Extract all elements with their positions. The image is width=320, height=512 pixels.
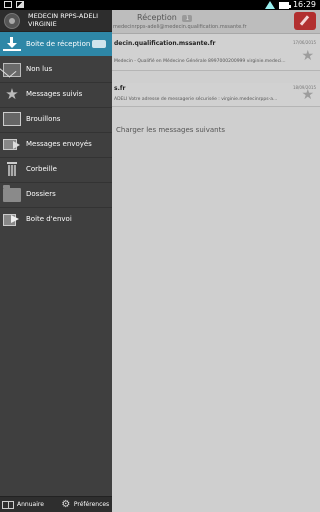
unread-count-badge: 1 — [182, 15, 193, 22]
message-from: s.fr — [114, 85, 126, 92]
preferences-label: Préférences — [73, 501, 110, 508]
nav-item-label: Non lus — [26, 65, 53, 73]
trash-icon — [3, 162, 21, 176]
nav-item-trash[interactable]: Corbeille — [0, 157, 112, 181]
drawer-footer: Annuaire ⚙ Préférences — [0, 496, 112, 512]
draft-icon — [3, 112, 21, 126]
star-icon: ★ — [5, 85, 19, 103]
nav-item-drafts[interactable]: Brouillons — [0, 107, 112, 131]
book-icon — [2, 500, 14, 509]
message-date: 17/06/2015 — [292, 40, 316, 45]
gear-icon: ⚙ — [61, 498, 71, 510]
load-more-link[interactable]: Charger les messages suivants — [116, 126, 225, 134]
send-icon — [3, 137, 21, 151]
star-icon[interactable]: ★ — [301, 87, 314, 103]
account-address: medecinrpps-adeli@medecin.qualification.… — [113, 24, 247, 30]
directory-button[interactable]: Annuaire — [2, 500, 44, 509]
message-from: decin.qualification.mssante.fr — [114, 40, 216, 47]
account-name: MEDECIN RPPS-ADELI VIRGINIE — [28, 12, 98, 28]
inbox-toggle[interactable] — [92, 40, 106, 48]
nav-item-sent[interactable]: Messages envoyés — [0, 132, 112, 156]
message-row[interactable]: decin.qualification.mssante.fr 17/06/201… — [112, 34, 320, 71]
message-notification-icon — [4, 1, 12, 8]
nav-item-label: Boite d'envoi — [26, 215, 72, 223]
account-header[interactable]: MEDECIN RPPS-ADELI VIRGINIE — [0, 10, 112, 32]
star-icon[interactable]: ★ — [301, 48, 314, 64]
nav-item-unread[interactable]: Non lus — [0, 57, 112, 81]
navigation-drawer: MEDECIN RPPS-ADELI VIRGINIE Boite de réc… — [0, 10, 112, 512]
inbox-title: Réception — [137, 13, 177, 22]
message-row[interactable]: s.fr 18/09/2015 ★ ADELI Votre adresse de… — [112, 83, 320, 107]
download-icon — [3, 37, 21, 51]
nav-item-inbox[interactable]: Boite de réception — [0, 32, 112, 56]
message-preview: ADELI Votre adresse de messagerie sécuri… — [114, 97, 278, 102]
envelope-icon — [3, 62, 21, 77]
wifi-icon — [264, 1, 275, 9]
directory-label: Annuaire — [17, 501, 44, 508]
nav-item-label: Messages suivis — [26, 90, 83, 98]
status-time: 16:29 — [292, 0, 316, 9]
nav-item-label: Brouillons — [26, 115, 61, 123]
nav-item-outbox[interactable]: Boite d'envoi — [0, 207, 112, 231]
preferences-button[interactable]: ⚙ Préférences — [61, 498, 110, 510]
folder-icon — [3, 185, 21, 202]
message-preview: Medecin - Qualifié en Médecine Générale … — [114, 59, 286, 64]
battery-icon — [278, 1, 291, 9]
nav-item-label: Messages envoyés — [26, 140, 92, 148]
nav-item-label: Corbeille — [26, 165, 57, 173]
nav-item-label: Dossiers — [26, 190, 56, 198]
compose-button[interactable] — [294, 12, 316, 30]
account-icon — [4, 13, 20, 29]
status-bar: 16:29 — [0, 0, 320, 10]
image-notification-icon — [16, 1, 24, 8]
nav-item-label: Boite de réception — [26, 40, 91, 48]
nav-item-starred[interactable]: ★ Messages suivis — [0, 82, 112, 106]
nav-item-folders[interactable]: Dossiers — [0, 182, 112, 206]
outbox-icon — [3, 212, 21, 226]
